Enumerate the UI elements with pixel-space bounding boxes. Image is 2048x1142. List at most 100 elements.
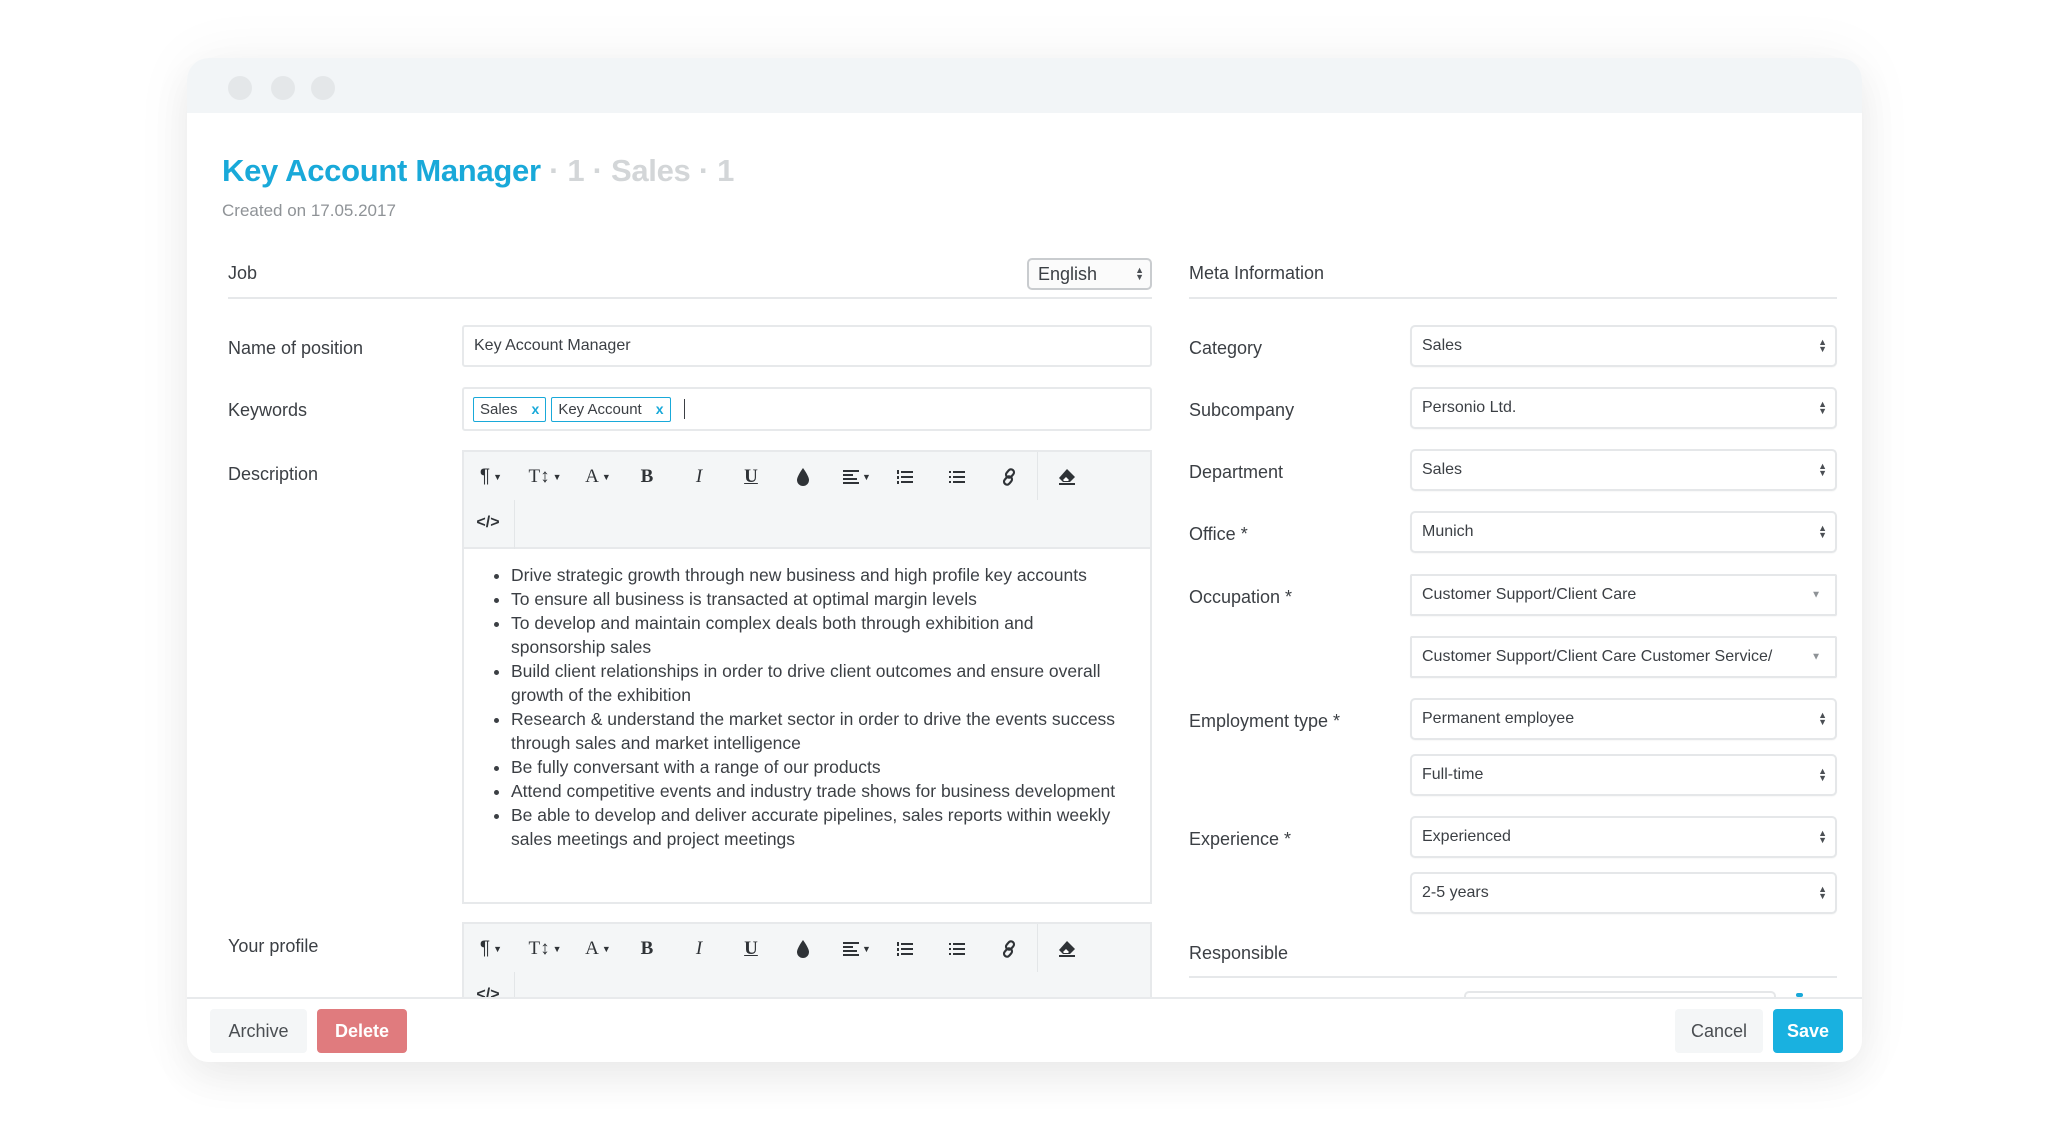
unordered-list-icon[interactable] (942, 457, 972, 497)
toolbar-separator (1037, 452, 1038, 500)
paragraph-icon[interactable]: ¶ ▼ (472, 457, 510, 497)
remove-tag-icon[interactable]: x (656, 401, 664, 417)
experience-years-select[interactable]: 2-5 years ▲ ▼ (1410, 872, 1837, 914)
underline-icon[interactable]: U (736, 457, 766, 497)
category-value: Sales (1422, 337, 1463, 354)
window-maximize-dot[interactable] (311, 76, 335, 100)
delete-button[interactable]: Delete (317, 1009, 407, 1053)
font-color-icon[interactable]: A ▼ (580, 929, 616, 969)
employment-type-label: Employment type * (1189, 711, 1341, 731)
name-of-position-label: Name of position (228, 338, 364, 358)
color-drop-icon[interactable] (788, 457, 818, 497)
window-titlebar (187, 58, 1862, 113)
occupation-detail-value: Customer Support/Client Care Customer Se… (1422, 648, 1773, 665)
employment-type-select[interactable]: Permanent employee ▲ ▼ (1410, 698, 1837, 740)
text-height-icon[interactable]: T↕ ▼ (524, 457, 566, 497)
keywords-label: Keywords (228, 400, 308, 420)
keyword-tag: Key Account x (551, 396, 671, 422)
experience-label: Experience * (1189, 829, 1292, 849)
keywords-input[interactable]: Sales x Key Account x (462, 387, 1152, 431)
select-arrows-icon: ▲ ▼ (1818, 399, 1827, 416)
category-label: Category (1189, 338, 1263, 358)
description-bullet: Build client relationships in order to d… (511, 659, 1130, 707)
app-window: Key Account Manager · 1 · Sales · 1 Crea… (187, 58, 1862, 1062)
job-title-meta: · 1 · Sales · 1 (549, 153, 735, 188)
your-profile-label: Your profile (228, 936, 319, 956)
page-title: Key Account Manager · 1 · Sales · 1 (222, 153, 734, 189)
unordered-list-icon[interactable] (942, 929, 972, 969)
bold-icon[interactable]: B (632, 929, 662, 969)
toolbar-separator (1037, 924, 1038, 972)
italic-icon[interactable]: I (684, 457, 714, 497)
archive-button[interactable]: Archive (210, 1009, 307, 1053)
italic-icon[interactable]: I (684, 929, 714, 969)
language-value: English (1038, 263, 1098, 284)
description-bullet: To ensure all business is transacted at … (511, 587, 1130, 611)
description-editor[interactable]: ¶ ▼ T↕ ▼ A ▼ B I U ▼ </> • Drive strateg… (462, 450, 1152, 904)
description-bullet: Drive strategic growth through new busin… (511, 563, 1130, 587)
description-bullet: Research & understand the market sector … (511, 707, 1130, 755)
description-content[interactable]: Drive strategic growth through new busin… (464, 549, 1150, 851)
code-view-icon[interactable]: </> (472, 503, 504, 543)
language-select[interactable]: English ▲ ▼ (1027, 258, 1152, 290)
department-select[interactable]: Sales ▲ ▼ (1410, 449, 1837, 491)
remove-tag-icon[interactable]: x (532, 401, 540, 417)
meta-section-title: Meta Information (1189, 263, 1325, 283)
occupation-value: Customer Support/Client Care (1422, 586, 1637, 603)
window-close-dot[interactable] (228, 76, 252, 100)
ordered-list-icon[interactable] (890, 457, 920, 497)
footer-bar (187, 999, 1862, 1062)
responsible-section-divider (1189, 976, 1837, 978)
eraser-icon[interactable] (1052, 929, 1082, 969)
description-list: Drive strategic growth through new busin… (484, 563, 1130, 851)
description-bullet: Be able to develop and deliver accurate … (511, 803, 1130, 851)
description-label: Description (228, 464, 319, 484)
link-icon[interactable] (994, 457, 1024, 497)
employment-schedule-select[interactable]: Full-time ▲ ▼ (1410, 754, 1837, 796)
created-date: Created on 17.05.2017 (222, 201, 396, 220)
toolbar-separator (514, 500, 515, 549)
ordered-list-icon[interactable] (890, 929, 920, 969)
description-bullet: Be fully conversant with a range of our … (511, 755, 1130, 779)
select-arrows-icon: ▲ ▼ (1818, 828, 1827, 845)
underline-icon[interactable]: U (736, 929, 766, 969)
subcompany-value: Personio Ltd. (1422, 399, 1517, 416)
department-value: Sales (1422, 461, 1463, 478)
employment-schedule-value: Full-time (1422, 766, 1484, 783)
experience-value: Experienced (1422, 828, 1511, 845)
name-of-position-input[interactable]: Key Account Manager (462, 325, 1152, 367)
font-color-icon[interactable]: A ▼ (580, 457, 616, 497)
office-select[interactable]: Munich ▲ ▼ (1410, 511, 1837, 553)
responsible-section-title: Responsible (1189, 943, 1289, 963)
color-drop-icon[interactable] (788, 929, 818, 969)
occupation-select[interactable]: Customer Support/Client Care ▼ (1410, 574, 1837, 616)
window-minimize-dot[interactable] (271, 76, 295, 100)
occupation-detail-select[interactable]: Customer Support/Client Care Customer Se… (1410, 636, 1837, 678)
experience-select[interactable]: Experienced ▲ ▼ (1410, 816, 1837, 858)
select-arrows-icon: ▲ ▼ (1818, 461, 1827, 478)
subcompany-select[interactable]: Personio Ltd. ▲ ▼ (1410, 387, 1837, 429)
subcompany-label: Subcompany (1189, 400, 1295, 420)
eraser-icon[interactable] (1052, 457, 1082, 497)
description-bullet: To develop and maintain complex deals bo… (511, 611, 1130, 659)
save-button[interactable]: Save (1773, 1009, 1843, 1053)
job-section-title: Job (228, 263, 258, 283)
bold-icon[interactable]: B (632, 457, 662, 497)
select-arrows-icon: ▲ ▼ (1818, 710, 1827, 727)
chevron-down-icon: ▼ (1811, 589, 1821, 601)
cancel-button[interactable]: Cancel (1675, 1009, 1763, 1053)
experience-years-value: 2-5 years (1422, 884, 1489, 901)
select-arrows-icon: ▲ ▼ (1135, 265, 1144, 282)
text-height-icon[interactable]: T↕ ▼ (524, 929, 566, 969)
office-label: Office * (1189, 524, 1248, 544)
text-cursor (683, 399, 686, 419)
category-select[interactable]: Sales ▲ ▼ (1410, 325, 1837, 367)
link-icon[interactable] (994, 929, 1024, 969)
office-value: Munich (1422, 523, 1474, 540)
meta-section-divider (1189, 297, 1837, 299)
paragraph-icon[interactable]: ¶ ▼ (472, 929, 510, 969)
select-arrows-icon: ▲ ▼ (1818, 523, 1827, 540)
description-toolbar: ¶ ▼ T↕ ▼ A ▼ B I U ▼ </> (464, 452, 1150, 549)
align-icon[interactable]: ▼ (838, 457, 876, 497)
align-icon[interactable]: ▼ (838, 929, 876, 969)
